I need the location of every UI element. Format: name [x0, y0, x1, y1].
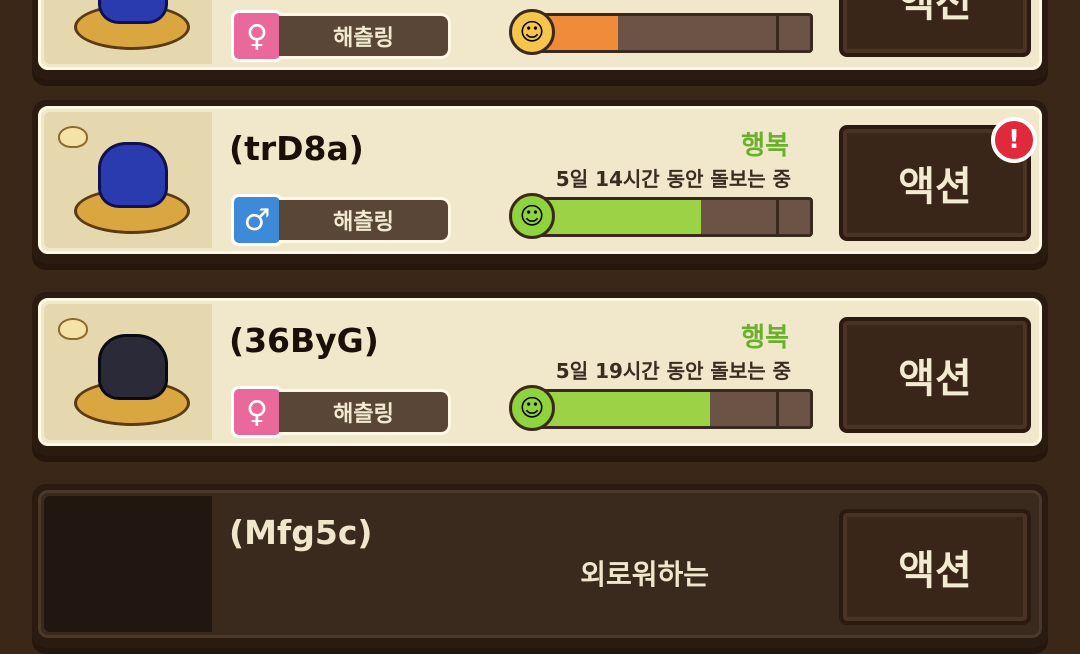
pet-name: (trD8a) — [229, 129, 364, 168]
female-icon: ♀ — [231, 386, 283, 438]
care-duration-text: 5일 14시간 동안 돌보는 중 — [555, 167, 791, 191]
pet-card-body: (trD8a) ♂ 해츨링 행복 5일 14시간 동안 돌보는 중 ☺ 액션 ! — [38, 106, 1042, 254]
pet-portrait[interactable] — [44, 0, 212, 64]
pet-name: (Mfg5c) — [229, 513, 373, 552]
growth-stage-label: 해츨링 — [279, 389, 451, 435]
pet-card: (36ByG) ♀ 해츨링 행복 5일 19시간 동안 돌보는 중 ☺ 액션 — [32, 292, 1048, 462]
dragon-icon — [98, 334, 168, 400]
egg-icon — [58, 126, 88, 148]
mood-label: 행복 — [741, 131, 789, 161]
pet-card-body: (36ByG) ♀ 해츨링 행복 5일 19시간 동안 돌보는 중 ☺ 액션 — [38, 298, 1042, 446]
action-button[interactable]: 액션 — [839, 0, 1031, 57]
pet-portrait[interactable] — [44, 496, 212, 632]
action-button[interactable]: 액션 — [839, 509, 1031, 625]
alert-icon: ! — [991, 117, 1037, 163]
pet-card-body: ♀ 해츨링 ☺ 액션 — [38, 0, 1042, 70]
happiness-bar — [521, 197, 813, 237]
mood-face-icon: ☺ — [509, 385, 555, 431]
dragon-icon — [98, 142, 168, 208]
happiness-bar — [521, 389, 813, 429]
pet-card: ♀ 해츨링 ☺ 액션 — [32, 0, 1048, 86]
pet-card: (Mfg5c) 외로워하는 액션 — [32, 484, 1048, 654]
growth-stage-label: 해츨링 — [279, 13, 451, 59]
male-icon: ♂ — [231, 194, 283, 246]
pet-name: (36ByG) — [229, 321, 379, 360]
female-icon: ♀ — [231, 10, 283, 62]
pet-portrait[interactable] — [44, 112, 212, 248]
mood-face-icon: ☺ — [509, 9, 555, 55]
mood-label: 행복 — [741, 323, 789, 353]
pet-card: (trD8a) ♂ 해츨링 행복 5일 14시간 동안 돌보는 중 ☺ 액션 ! — [32, 100, 1048, 270]
pet-card-body: (Mfg5c) 외로워하는 액션 — [38, 490, 1042, 638]
care-duration-text: 외로워하는 — [580, 558, 709, 591]
action-button[interactable]: 액션 — [839, 317, 1031, 433]
mood-face-icon: ☺ — [509, 193, 555, 239]
dragon-icon — [98, 0, 168, 24]
pet-portrait[interactable] — [44, 304, 212, 440]
happiness-bar — [521, 13, 813, 53]
growth-stage-label: 해츨링 — [279, 197, 451, 243]
care-duration-text: 5일 19시간 동안 돌보는 중 — [555, 359, 791, 383]
egg-icon — [58, 318, 88, 340]
